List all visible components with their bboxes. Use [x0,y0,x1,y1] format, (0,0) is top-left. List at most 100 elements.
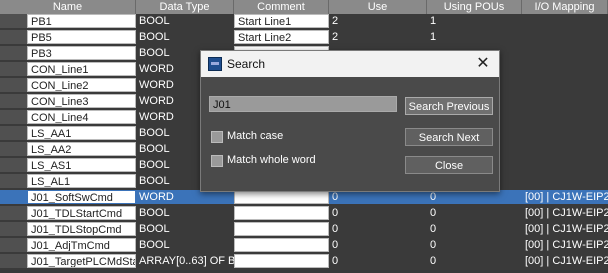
table-row[interactable]: PB1 BOOL Start Line1 2 1 [0,14,608,28]
cell-name[interactable]: J01_AdjTmCmd [27,238,136,252]
cell-comment[interactable] [234,222,329,236]
search-input[interactable]: J01 [209,96,397,112]
cell-data-type[interactable]: BOOL [136,238,234,252]
cell-use[interactable]: 2 [329,14,427,28]
table-row[interactable]: J01_AdjTmCmd BOOL 0 0 [00] | CJ1W-EIP2 [0,238,608,252]
cell-comment[interactable]: Start Line2 [234,30,329,44]
table-row[interactable]: J01_TDLStartCmd BOOL 0 0 [00] | CJ1W-EIP2 [0,206,608,220]
cell-io-mapping[interactable] [522,78,608,92]
row-gutter[interactable] [0,30,27,44]
cell-name[interactable]: LS_AL1 [27,174,136,188]
close-button[interactable]: Close [405,156,493,174]
cell-use[interactable]: 0 [329,206,427,220]
search-next-button[interactable]: Search Next [405,128,493,146]
cell-comment[interactable] [234,206,329,220]
row-gutter[interactable] [0,94,27,108]
cell-data-type[interactable]: BOOL [136,30,234,44]
row-gutter[interactable] [0,46,27,60]
col-header-io-mapping[interactable]: I/O Mapping [522,0,608,14]
match-whole-word-label: Match whole word [227,154,316,166]
close-icon[interactable]: ✕ [473,54,493,74]
table-row[interactable]: J01_TargetPLCMdSta ARRAY[0..63] OF B 0 0 [00… [0,254,608,268]
cell-name[interactable]: LS_AS1 [27,158,136,172]
row-gutter[interactable] [0,14,27,28]
cell-name[interactable]: PB5 [27,30,136,44]
cell-using-pous[interactable]: 1 [427,14,522,28]
cell-use[interactable]: 0 [329,190,427,204]
cell-data-type[interactable]: ARRAY[0..63] OF B [136,254,234,268]
cell-data-type[interactable]: WORD [136,190,234,204]
row-gutter[interactable] [0,190,27,204]
cell-io-mapping[interactable]: [00] | CJ1W-EIP2 [522,206,608,220]
cell-name[interactable]: PB1 [27,14,136,28]
table-row[interactable]: J01_TDLStopCmd BOOL 0 0 [00] | CJ1W-EIP2 [0,222,608,236]
cell-name[interactable]: J01_TDLStartCmd [27,206,136,220]
cell-use[interactable]: 0 [329,238,427,252]
row-gutter[interactable] [0,174,27,188]
match-whole-word-checkbox[interactable] [211,155,223,167]
cell-using-pous[interactable]: 0 [427,238,522,252]
cell-comment[interactable] [234,254,329,268]
cell-io-mapping[interactable] [522,126,608,140]
cell-io-mapping[interactable] [522,110,608,124]
row-gutter[interactable] [0,142,27,156]
cell-io-mapping[interactable]: [00] | CJ1W-EIP2 [522,190,608,204]
row-gutter[interactable] [0,222,27,236]
row-gutter[interactable] [0,62,27,76]
search-dialog: Search ✕ J01 Search Previous Match case … [200,50,500,192]
cell-name[interactable]: LS_AA1 [27,126,136,140]
col-header-name[interactable]: Name [0,0,136,14]
row-gutter[interactable] [0,126,27,140]
cell-name[interactable]: CON_Line1 [27,62,136,76]
cell-name[interactable]: LS_AA2 [27,142,136,156]
match-case-label: Match case [227,130,284,142]
col-header-data-type[interactable]: Data Type [136,0,234,14]
row-gutter[interactable] [0,238,27,252]
cell-using-pous[interactable]: 0 [427,222,522,236]
cell-name[interactable]: CON_Line4 [27,110,136,124]
cell-io-mapping[interactable] [522,62,608,76]
table-row[interactable]: PB5 BOOL Start Line2 2 1 [0,30,608,44]
cell-comment[interactable] [234,190,329,204]
cell-io-mapping[interactable] [522,142,608,156]
cell-name[interactable]: CON_Line3 [27,94,136,108]
cell-name[interactable]: J01_TDLStopCmd [27,222,136,236]
row-gutter[interactable] [0,78,27,92]
cell-using-pous[interactable]: 0 [427,190,522,204]
cell-name[interactable]: CON_Line2 [27,78,136,92]
cell-name[interactable]: PB3 [27,46,136,60]
row-gutter[interactable] [0,254,27,268]
cell-using-pous[interactable]: 0 [427,254,522,268]
row-gutter[interactable] [0,158,27,172]
cell-io-mapping[interactable] [522,158,608,172]
cell-io-mapping[interactable]: [00] | CJ1W-EIP2 [522,238,608,252]
search-previous-button[interactable]: Search Previous [405,97,493,115]
cell-comment[interactable]: Start Line1 [234,14,329,28]
cell-data-type[interactable]: BOOL [136,206,234,220]
dialog-title: Search [227,57,266,71]
cell-io-mapping[interactable] [522,46,608,60]
col-header-comment[interactable]: Comment [234,0,329,14]
cell-data-type[interactable]: BOOL [136,222,234,236]
cell-use[interactable]: 0 [329,222,427,236]
cell-io-mapping[interactable] [522,14,608,28]
match-case-checkbox[interactable] [211,131,223,143]
cell-using-pous[interactable]: 1 [427,30,522,44]
cell-io-mapping[interactable] [522,94,608,108]
cell-use[interactable]: 0 [329,254,427,268]
col-header-use[interactable]: Use [329,0,427,14]
cell-name[interactable]: J01_SoftSwCmd [27,190,136,204]
cell-use[interactable]: 2 [329,30,427,44]
cell-io-mapping[interactable]: [00] | CJ1W-EIP2 [522,222,608,236]
cell-comment[interactable] [234,238,329,252]
row-gutter[interactable] [0,206,27,220]
cell-using-pous[interactable]: 0 [427,206,522,220]
cell-data-type[interactable]: BOOL [136,14,234,28]
cell-io-mapping[interactable] [522,174,608,188]
cell-io-mapping[interactable]: [00] | CJ1W-EIP2 [522,254,608,268]
row-gutter[interactable] [0,110,27,124]
col-header-using-pous[interactable]: Using POUs [427,0,522,14]
cell-io-mapping[interactable] [522,30,608,44]
cell-name[interactable]: J01_TargetPLCMdSta [27,254,136,268]
table-row[interactable]: J01_SoftSwCmd WORD 0 0 [00] | CJ1W-EIP2 [0,190,608,204]
